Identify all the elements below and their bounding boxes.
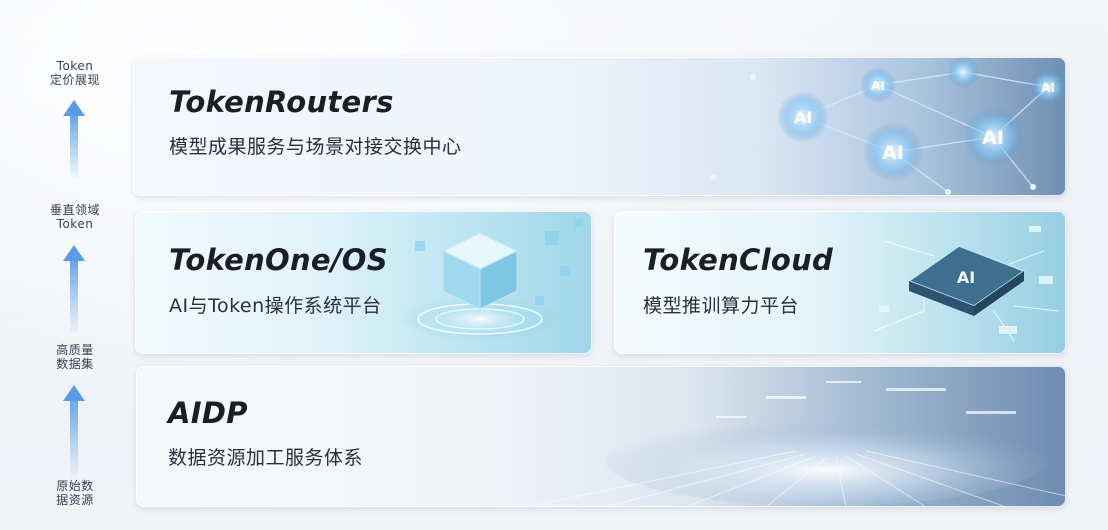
chip-ai-label: AI (957, 268, 975, 287)
ai-network-illustration: AI AI AI AI AI (710, 57, 1066, 195)
node-ai-label: AI (1041, 81, 1055, 95)
tokencloud-card: AI TokenCloud 模型推训算力平台 (614, 211, 1066, 354)
node-ai-label: AI (794, 108, 812, 127)
up-arrow-icon (62, 245, 86, 333)
card-subtitle: 模型成果服务与场景对接交换中心 (169, 136, 462, 158)
node-ai-label: AI (982, 127, 1004, 149)
card-title: TokenOne/OS (169, 243, 388, 277)
side-label-raw-data: 原始数 据资源 (56, 479, 94, 507)
side-label-quality-dataset: 高质量 数据集 (56, 343, 94, 371)
up-arrow-icon (62, 385, 86, 476)
up-arrow-icon (62, 100, 86, 178)
tokenrouters-card: AI AI AI AI AI TokenRouters 模型成果服务与场景对接交… (133, 57, 1066, 196)
card-title: TokenCloud (643, 243, 834, 277)
card-subtitle: AI与Token操作系统平台 (169, 295, 382, 317)
data-stream-illustration (525, 381, 1066, 507)
side-label-vertical-token: 垂直领域 Token (49, 203, 100, 231)
ai-chip-illustration: AI (873, 226, 1060, 342)
aidp-card: AIDP 数据资源加工服务体系 (136, 366, 1066, 507)
side-label-token-pricing: Token 定价展现 (49, 59, 100, 87)
node-ai-label: AI (882, 142, 904, 164)
card-title: TokenRouters (169, 85, 394, 119)
tokenone-os-card: TokenOne/OS AI与Token操作系统平台 (135, 211, 592, 354)
card-title: AIDP (168, 396, 248, 430)
node-ai-label: AI (871, 79, 885, 93)
card-subtitle: 数据资源加工服务体系 (168, 447, 364, 469)
card-subtitle: 模型推训算力平台 (643, 295, 800, 317)
cube-platform-illustration (400, 219, 583, 341)
